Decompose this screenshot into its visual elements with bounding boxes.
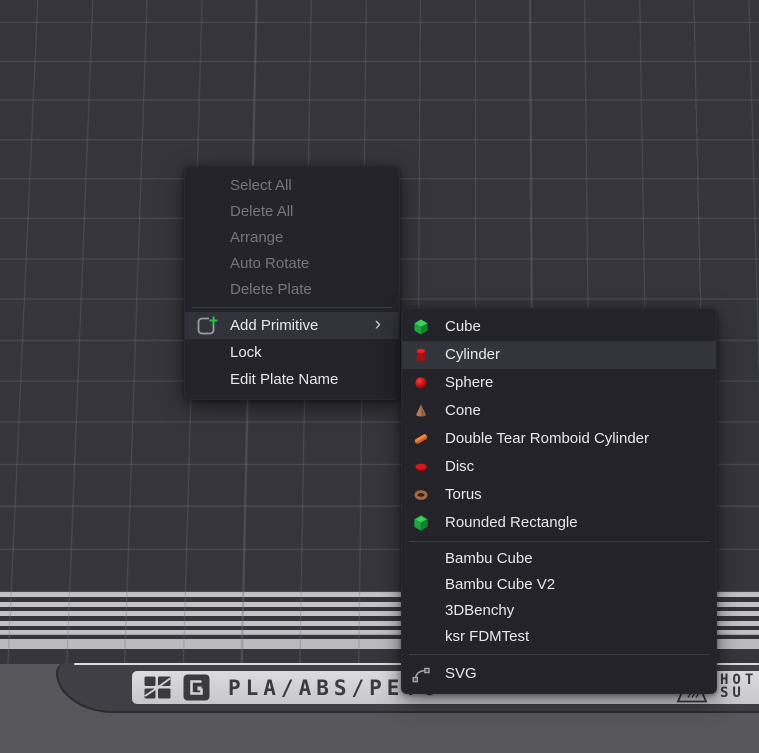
viewport-3d[interactable]: PLA/ABS/PETG HOT SU Select All Delete Al… — [0, 0, 759, 753]
menu-item-label: Edit Plate Name — [230, 371, 338, 388]
submenu-item-label: Rounded Rectangle — [445, 514, 578, 531]
submenu-item-disc[interactable]: Disc — [402, 453, 716, 481]
menu-item-label: Delete All — [230, 203, 293, 220]
submenu-item-label: 3DBenchy — [445, 602, 514, 619]
plate-corner-label: HOT SU — [720, 674, 757, 700]
plate-logo-icon — [144, 676, 171, 699]
cone-icon — [412, 402, 430, 420]
submenu-item-double-tear-romboid-cylinder[interactable]: Double Tear Romboid Cylinder — [402, 425, 716, 453]
plate-mark-icon — [183, 674, 210, 701]
menu-item-delete-plate[interactable]: Delete Plate — [185, 277, 399, 303]
cylinder-icon — [412, 346, 430, 364]
menu-item-select-all[interactable]: Select All — [185, 173, 399, 199]
torus-icon — [412, 486, 430, 504]
submenu-item-cone[interactable]: Cone — [402, 397, 716, 425]
submenu-item-label: Disc — [445, 458, 474, 475]
submenu-item-label: Double Tear Romboid Cylinder — [445, 430, 649, 447]
submenu-item-svg[interactable]: SVG — [402, 659, 716, 689]
menu-item-label: Delete Plate — [230, 281, 312, 298]
submenu-item-bambu-cube[interactable]: Bambu Cube — [402, 546, 716, 572]
submenu-item-rounded-rectangle[interactable]: Rounded Rectangle — [402, 509, 716, 537]
submenu-separator — [409, 654, 709, 655]
submenu-item-label: Cylinder — [445, 346, 500, 363]
submenu-item-cylinder[interactable]: Cylinder — [402, 341, 716, 369]
menu-item-label: Auto Rotate — [230, 255, 309, 272]
menu-separator — [192, 307, 392, 308]
submenu-item-label: ksr FDMTest — [445, 628, 529, 645]
submenu-separator — [409, 541, 709, 542]
menu-item-edit-plate-name[interactable]: Edit Plate Name — [185, 366, 399, 393]
menu-item-label: Select All — [230, 177, 292, 194]
sphere-icon — [412, 374, 430, 392]
submenu-item-label: SVG — [445, 665, 477, 682]
menu-item-label: Arrange — [230, 229, 283, 246]
submenu-item-label: Cube — [445, 318, 481, 335]
submenu-item-torus[interactable]: Torus — [402, 481, 716, 509]
svg-bezier-icon — [412, 665, 430, 683]
submenu-item-3dbenchy[interactable]: 3DBenchy — [402, 598, 716, 624]
submenu-chevron-icon: › — [375, 312, 381, 338]
submenu-item-bambu-cube-v2[interactable]: Bambu Cube V2 — [402, 572, 716, 598]
plate-corner-label-line2: SU — [720, 687, 757, 700]
submenu-item-label: Torus — [445, 486, 482, 503]
context-menu: Select All Delete All Arrange Auto Rotat… — [184, 166, 400, 400]
rounded-rectangle-icon — [412, 514, 430, 532]
menu-item-arrange[interactable]: Arrange — [185, 225, 399, 251]
submenu-item-sphere[interactable]: Sphere — [402, 369, 716, 397]
menu-item-label: Add Primitive — [230, 317, 318, 334]
submenu-item-label: Sphere — [445, 374, 493, 391]
cube-icon — [412, 318, 430, 336]
submenu-item-label: Bambu Cube V2 — [445, 576, 555, 593]
menu-item-label: Lock — [230, 344, 262, 361]
menu-item-add-primitive[interactable]: Add Primitive › — [185, 312, 399, 339]
submenu-item-label: Cone — [445, 402, 481, 419]
disc-icon — [412, 458, 430, 476]
menu-item-auto-rotate[interactable]: Auto Rotate — [185, 251, 399, 277]
add-primitive-submenu: Cube Cylinder — [401, 308, 717, 694]
submenu-item-ksr-fdmtest[interactable]: ksr FDMTest — [402, 624, 716, 650]
menu-item-delete-all[interactable]: Delete All — [185, 199, 399, 225]
submenu-item-label: Bambu Cube — [445, 550, 533, 567]
submenu-item-cube[interactable]: Cube — [402, 313, 716, 341]
double-tear-romboid-cylinder-icon — [412, 430, 430, 448]
menu-item-lock[interactable]: Lock — [185, 339, 399, 366]
